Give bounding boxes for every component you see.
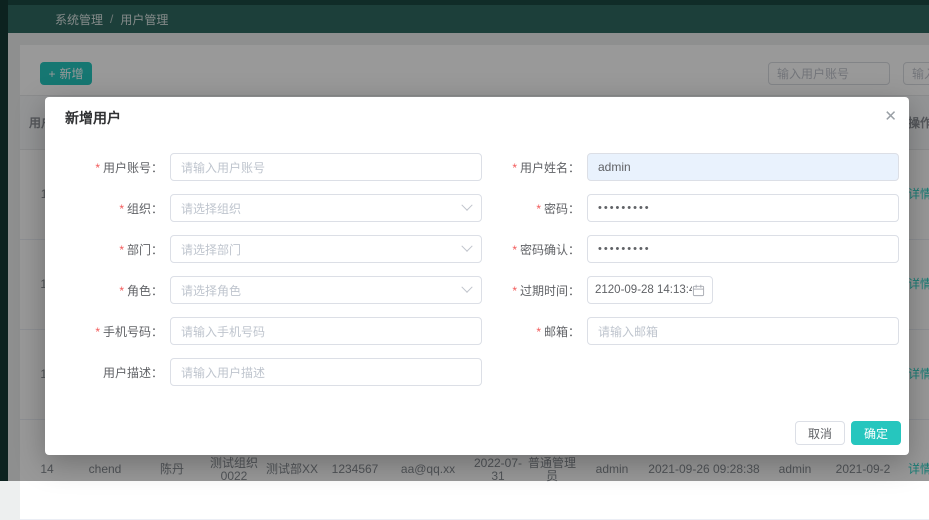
chevron-down-icon bbox=[461, 240, 473, 252]
field-label-text: 密码确认： bbox=[519, 242, 580, 257]
required-asterisk: * bbox=[512, 283, 517, 298]
email-input[interactable]: 请输入邮箱 bbox=[587, 317, 899, 345]
chevron-down-icon bbox=[461, 199, 473, 211]
required-asterisk: * bbox=[119, 242, 124, 257]
field-label: * 组织： bbox=[65, 200, 163, 217]
form-field-row: * 邮箱： 请输入邮箱 bbox=[500, 317, 912, 345]
required-asterisk: * bbox=[95, 324, 100, 339]
field-label: * 过期时间： bbox=[500, 282, 580, 299]
required-asterisk: * bbox=[512, 242, 517, 257]
field-label-text: 部门： bbox=[126, 242, 163, 257]
role-select[interactable]: 请选择角色 bbox=[170, 276, 482, 304]
password-confirm-input[interactable]: ••••••••• bbox=[587, 235, 899, 263]
field-label: * 角色： bbox=[65, 282, 163, 299]
form-field-row: 用户描述： 请输入用户描述 bbox=[65, 358, 500, 386]
required-asterisk: * bbox=[95, 160, 100, 175]
form-field-row: * 部门： 请选择部门 bbox=[65, 235, 500, 263]
field-value: ••••••••• bbox=[598, 243, 651, 255]
form-field-row: * 用户姓名： admin bbox=[500, 153, 912, 181]
field-label: * 密码： bbox=[500, 200, 580, 217]
cancel-button[interactable]: 取消 bbox=[794, 421, 845, 445]
field-label-text: 组织： bbox=[126, 201, 163, 216]
required-asterisk: * bbox=[512, 160, 517, 175]
field-placeholder: 请输入用户描述 bbox=[181, 365, 266, 380]
field-placeholder: 请选择组织 bbox=[181, 201, 242, 216]
field-value: 2120-09-28 14:13:45 bbox=[595, 284, 692, 296]
field-label-text: 角色： bbox=[126, 283, 163, 298]
field-label: * 用户姓名： bbox=[500, 159, 580, 176]
field-label: * 手机号码： bbox=[65, 323, 163, 340]
form-field-row: * 密码： ••••••••• bbox=[500, 194, 912, 222]
required-asterisk: * bbox=[119, 201, 124, 216]
field-label: * 部门： bbox=[65, 241, 163, 258]
user-name-input[interactable]: admin bbox=[587, 153, 899, 181]
field-placeholder: 请输入用户账号 bbox=[181, 160, 266, 175]
password-input[interactable]: ••••••••• bbox=[587, 194, 899, 222]
calendar-icon bbox=[692, 284, 705, 296]
phone-number-input[interactable]: 请输入手机号码 bbox=[170, 317, 482, 345]
dialog-footer: 取消 确定 bbox=[794, 421, 901, 445]
field-placeholder: 请选择部门 bbox=[181, 242, 242, 257]
field-label-text: 密码： bbox=[543, 201, 580, 216]
required-asterisk: * bbox=[536, 324, 541, 339]
close-icon[interactable]: ✕ bbox=[884, 109, 897, 124]
user-description-input[interactable]: 请输入用户描述 bbox=[170, 358, 482, 386]
field-label: * 邮箱： bbox=[500, 323, 580, 340]
field-value: admin bbox=[598, 160, 631, 174]
department-select[interactable]: 请选择部门 bbox=[170, 235, 482, 263]
field-label-text: 用户账号： bbox=[102, 160, 163, 175]
field-placeholder: 请输入邮箱 bbox=[598, 324, 659, 339]
field-placeholder: 请选择角色 bbox=[181, 283, 242, 298]
field-label: * 密码确认： bbox=[500, 241, 580, 258]
form-field-row: * 组织： 请选择组织 bbox=[65, 194, 500, 222]
required-asterisk: * bbox=[119, 283, 124, 298]
add-user-dialog: 新增用户 ✕ * 用户账号： 请输入用户账号 * 组织： 请选择组织 * 部门： 请选择部门 * 角… bbox=[45, 97, 909, 455]
dialog-title: 新增用户 bbox=[65, 110, 121, 126]
user-management-page: 系统管理 / 用户管理 + 新增 用户ID 操作 11详情12详情13详情14c… bbox=[0, 0, 929, 520]
form-field-row: * 手机号码： 请输入手机号码 bbox=[65, 317, 500, 345]
field-value: ••••••••• bbox=[598, 202, 651, 214]
dialog-form-right-column: * 用户姓名： admin * 密码： ••••••••• * 密码确认： ••••••••• *… bbox=[500, 153, 912, 358]
form-field-row: * 角色： 请选择角色 bbox=[65, 276, 500, 304]
chevron-down-icon bbox=[461, 281, 473, 293]
dialog-form-left-column: * 用户账号： 请输入用户账号 * 组织： 请选择组织 * 部门： 请选择部门 * 角色： 请选择角色… bbox=[65, 153, 500, 399]
form-field-row: * 用户账号： 请输入用户账号 bbox=[65, 153, 500, 181]
form-field-row: * 密码确认： ••••••••• bbox=[500, 235, 912, 263]
confirm-button[interactable]: 确定 bbox=[850, 421, 901, 445]
field-placeholder: 请输入手机号码 bbox=[181, 324, 266, 339]
form-field-row: * 过期时间： 2120-09-28 14:13:45 bbox=[500, 276, 912, 304]
field-label: 用户描述： bbox=[65, 364, 163, 381]
field-label-text: 手机号码： bbox=[102, 324, 163, 339]
organization-select[interactable]: 请选择组织 bbox=[170, 194, 482, 222]
required-asterisk: * bbox=[536, 201, 541, 216]
field-label-text: 用户描述： bbox=[102, 365, 163, 380]
expire-time-picker[interactable]: 2120-09-28 14:13:45 bbox=[587, 276, 713, 304]
field-label-text: 邮箱： bbox=[543, 324, 580, 339]
field-label-text: 过期时间： bbox=[519, 283, 580, 298]
field-label-text: 用户姓名： bbox=[519, 160, 580, 175]
field-label: * 用户账号： bbox=[65, 159, 163, 176]
user-account-input[interactable]: 请输入用户账号 bbox=[170, 153, 482, 181]
